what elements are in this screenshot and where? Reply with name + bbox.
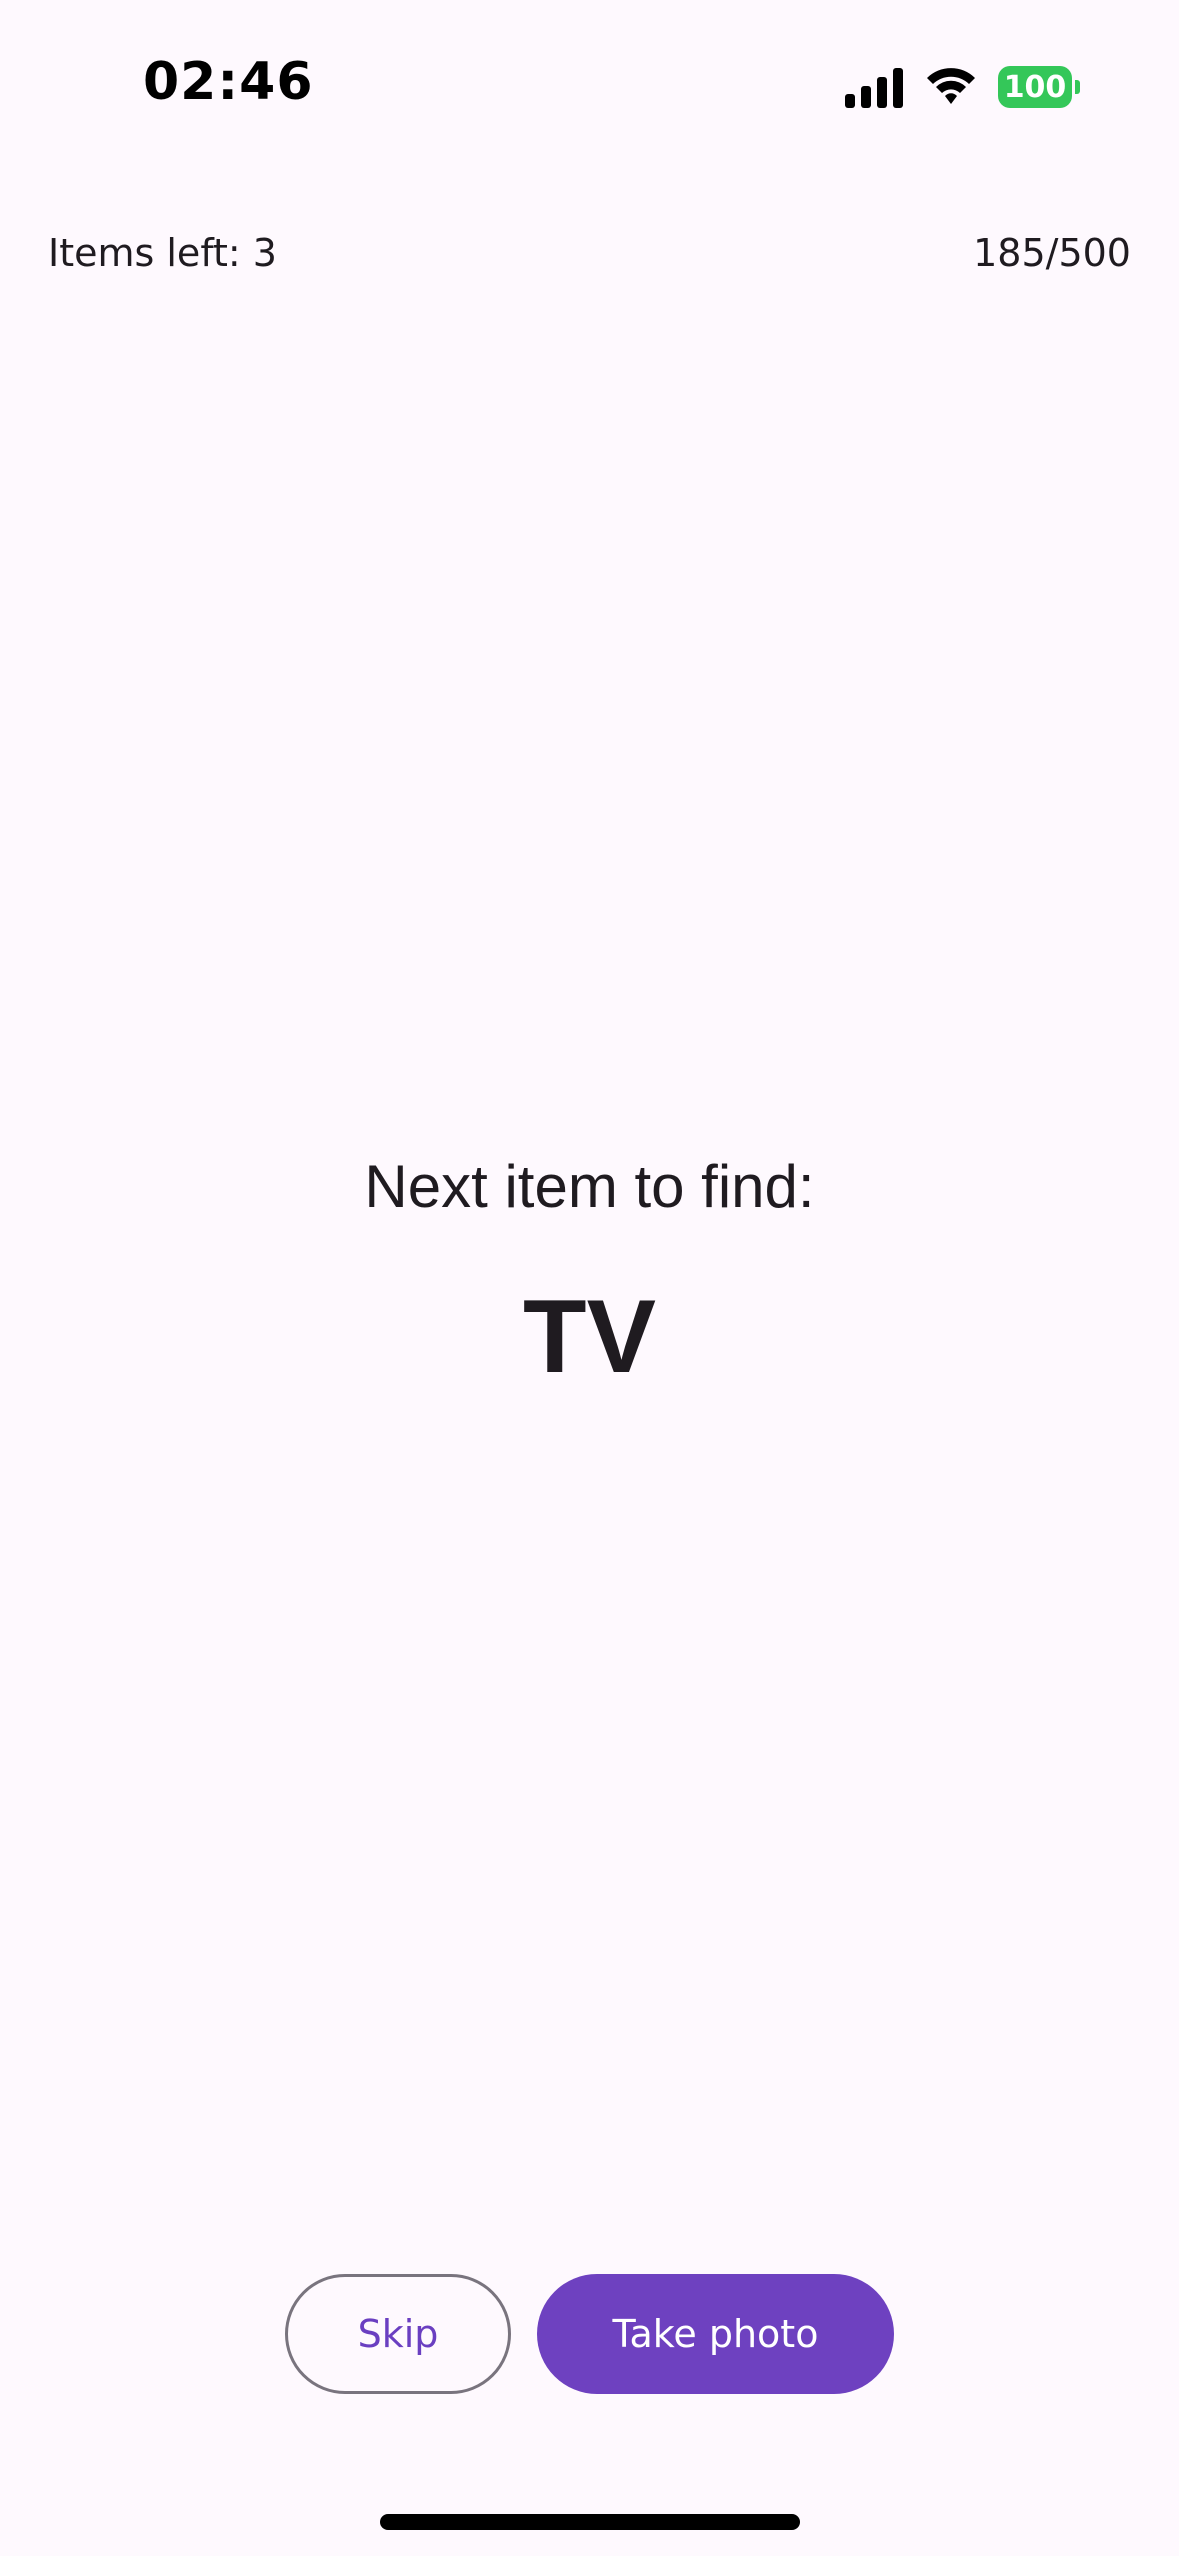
item-name: TV bbox=[523, 1279, 656, 1395]
status-bar: 02:46 100 bbox=[0, 0, 1179, 170]
progress-counter: 185/500 bbox=[973, 231, 1131, 275]
home-indicator[interactable] bbox=[380, 2514, 800, 2530]
battery-level: 100 bbox=[998, 66, 1072, 108]
wifi-icon bbox=[927, 68, 975, 104]
header-row: Items left: 3 185/500 bbox=[48, 228, 1131, 278]
take-photo-button[interactable]: Take photo bbox=[537, 2274, 894, 2394]
status-time: 02:46 bbox=[143, 52, 314, 112]
skip-button[interactable]: Skip bbox=[285, 2274, 511, 2394]
battery-icon: 100 bbox=[998, 66, 1080, 108]
items-left-label: Items left: 3 bbox=[48, 231, 277, 275]
battery-cap bbox=[1075, 80, 1080, 94]
next-item-prompt: Next item to find: bbox=[364, 1153, 815, 1220]
action-buttons: Skip Take photo bbox=[0, 2274, 1179, 2394]
signal-icon bbox=[845, 68, 903, 108]
